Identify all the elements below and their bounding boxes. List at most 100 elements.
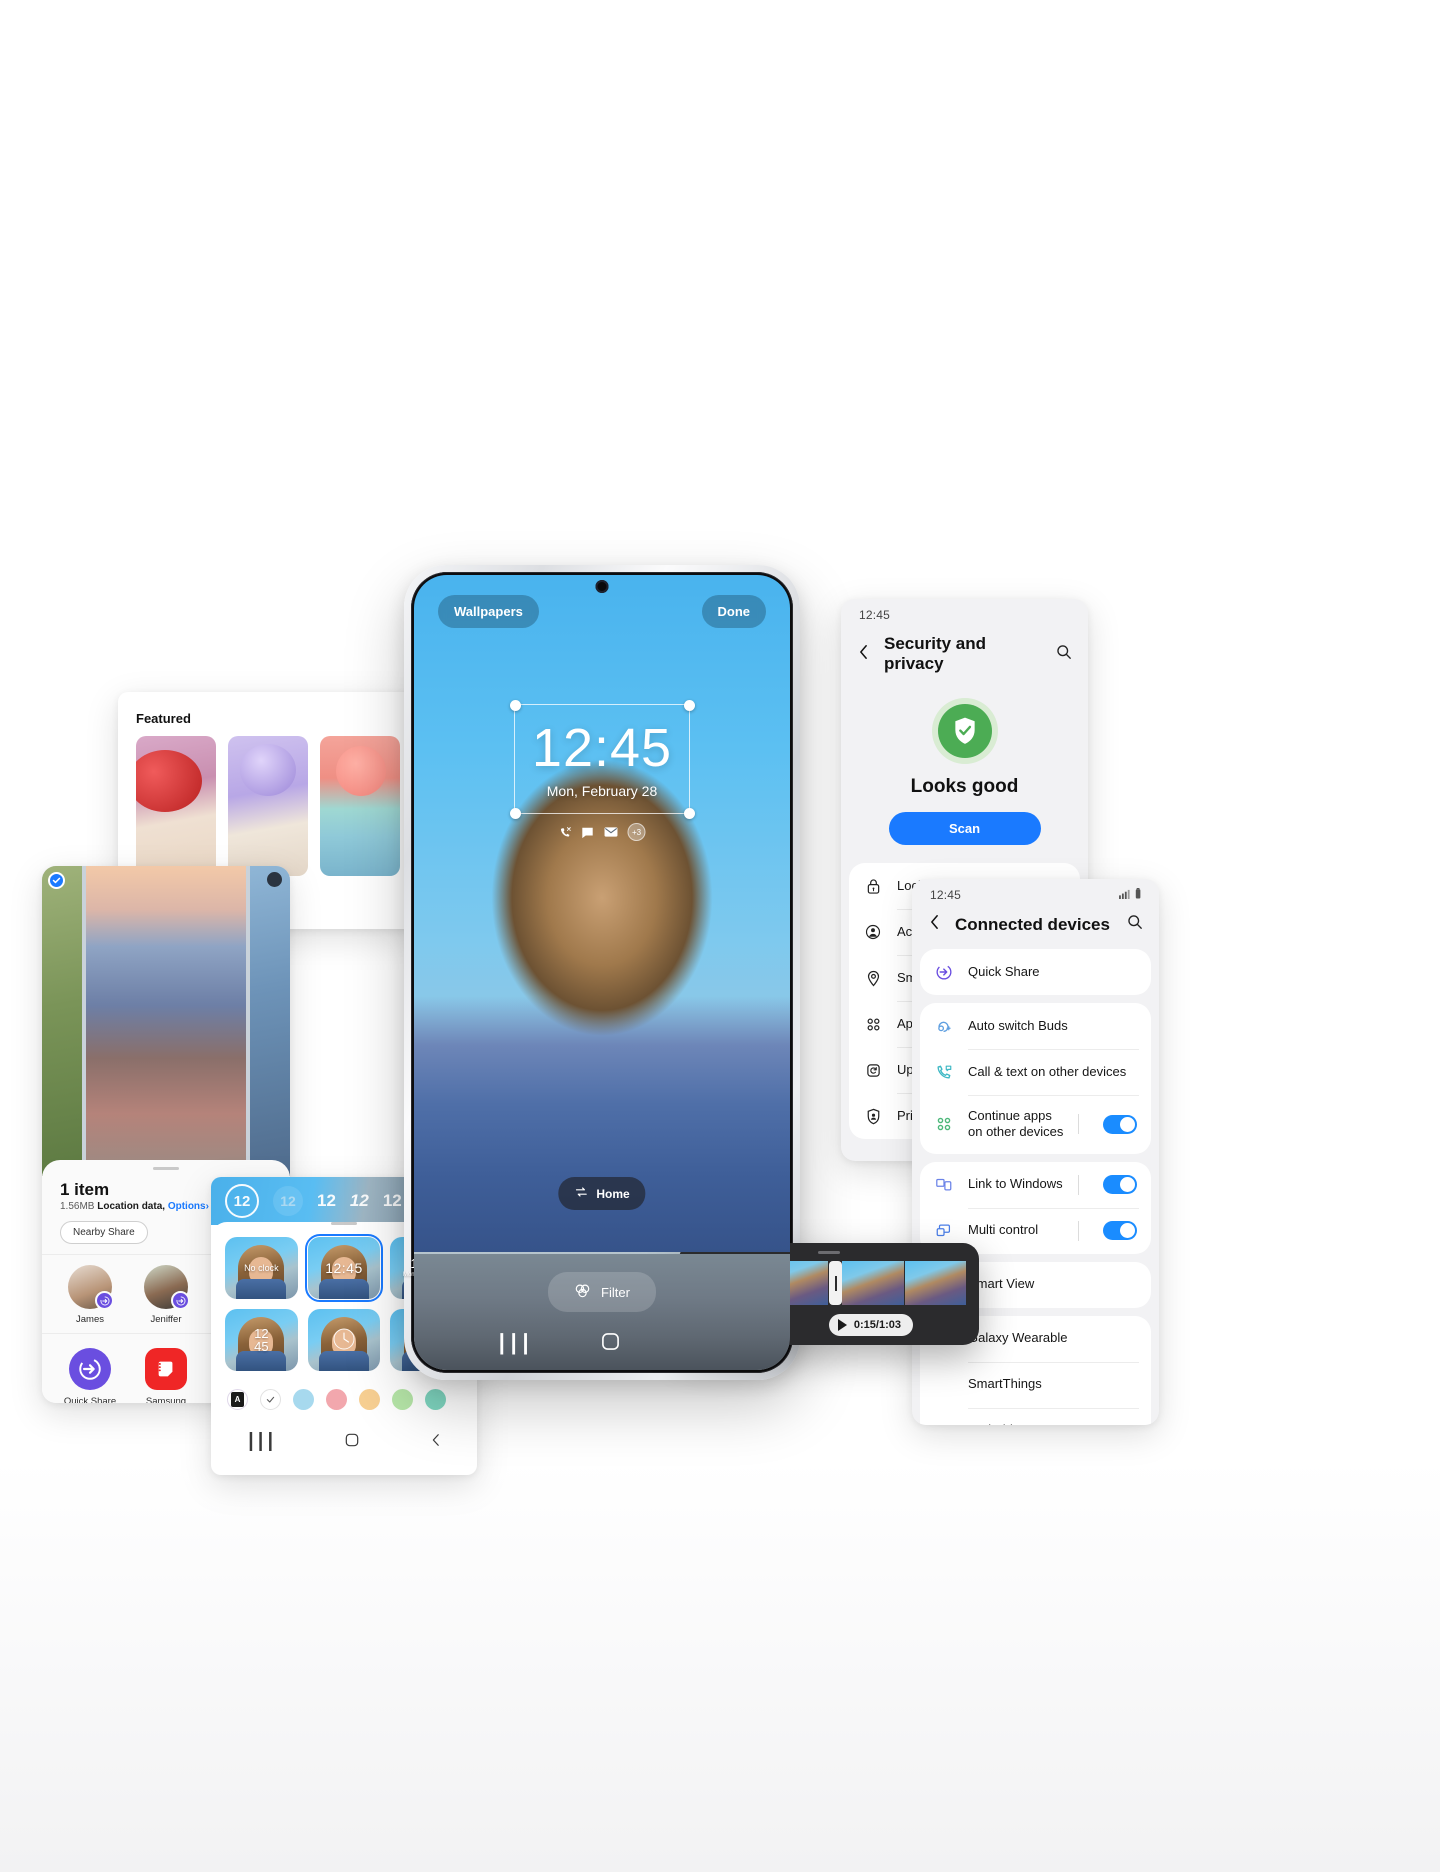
smartthings-icon — [934, 1375, 954, 1395]
avatar — [144, 1265, 190, 1310]
status-time: 12:45 — [930, 888, 962, 902]
swap-icon — [574, 1185, 588, 1202]
nearby-share-chip[interactable]: Nearby Share — [60, 1221, 148, 1244]
person-name: James — [76, 1314, 104, 1325]
apps-grid-icon — [863, 1014, 883, 1034]
row-continue-apps-other-devices[interactable]: Continue apps on other devices — [920, 1095, 1151, 1154]
chevron-left-icon[interactable] — [857, 644, 870, 665]
sheet-grabber[interactable] — [153, 1167, 179, 1170]
filter-label: Filter — [601, 1284, 630, 1300]
photo-thumb-right[interactable] — [250, 866, 290, 1176]
clock-style-cell-time[interactable]: 12:45 — [304, 1234, 384, 1302]
share-app[interactable]: Quick Share — [58, 1348, 122, 1403]
row-label: Multi control — [968, 1222, 1039, 1238]
share-person[interactable]: James — [64, 1265, 116, 1325]
cell-label: 12 45 — [254, 1326, 269, 1354]
photo-thumb-center[interactable] — [86, 866, 246, 1176]
featured-header: Featured — [136, 711, 191, 726]
row-label: Quick Share — [968, 963, 1040, 979]
overlay-grabber[interactable] — [818, 1251, 840, 1254]
share-person[interactable]: Jeniffer — [140, 1265, 192, 1325]
row-android-auto[interactable]: Android Auto — [920, 1407, 1151, 1425]
page-title: Security and privacy — [884, 634, 987, 673]
home-toggle-button[interactable]: Home — [558, 1177, 646, 1210]
color-swatch-pink[interactable] — [326, 1389, 347, 1410]
row-label: Android Auto — [968, 1422, 1137, 1425]
clock-option-0[interactable]: 12 — [225, 1184, 259, 1218]
home-icon[interactable] — [601, 1332, 620, 1356]
wallpaper-thumb-3[interactable] — [320, 736, 400, 876]
back-icon[interactable] — [430, 1433, 442, 1452]
video-frame — [842, 1261, 905, 1305]
clock-style-cell-no-clock[interactable]: No clock — [225, 1237, 298, 1299]
row-quick-share[interactable]: Quick Share — [920, 949, 1151, 995]
row-call-text-other-devices[interactable]: Call & text on other devices — [920, 1049, 1151, 1095]
filter-button[interactable]: Filter — [548, 1272, 656, 1312]
row-label: SmartThings — [968, 1376, 1042, 1392]
clock-style-cell-analog-a[interactable] — [307, 1309, 381, 1371]
lockscreen-notification-icons: +3 — [559, 823, 646, 841]
lock-icon — [863, 876, 883, 896]
featured-wallpaper-strip — [118, 736, 423, 876]
row-auto-switch-buds[interactable]: Auto switch Buds — [920, 1003, 1151, 1049]
clock-option-2[interactable]: 12 — [317, 1191, 336, 1211]
video-frames-trailing — [842, 1261, 967, 1305]
security-statusbar: 12:45 — [841, 599, 1088, 626]
photo-thumb-left[interactable] — [42, 866, 82, 1176]
done-button[interactable]: Done — [701, 595, 766, 628]
battery-icon — [1135, 888, 1143, 902]
page-title: Connected devices — [955, 914, 1110, 934]
home-icon[interactable] — [345, 1433, 359, 1452]
share-app[interactable]: Samsung Notes — [134, 1348, 198, 1403]
video-play-control[interactable]: 0:15/1:03 — [828, 1314, 913, 1336]
color-swatch-green[interactable] — [392, 1389, 413, 1410]
share-size: 1.56MB — [60, 1201, 95, 1212]
status-time: 12:45 — [859, 608, 891, 622]
cell-label: 12:45 — [325, 1259, 363, 1276]
wallpaper-thumb-1[interactable] — [136, 736, 216, 876]
quick-share-icon — [934, 962, 954, 982]
resize-handle-top-left[interactable] — [509, 699, 521, 711]
share-options-link[interactable]: Options — [168, 1201, 206, 1212]
chevron-left-icon[interactable] — [928, 914, 941, 935]
notification-overflow-count: +3 — [627, 823, 646, 841]
search-icon[interactable] — [1127, 914, 1143, 935]
continue-apps-toggle[interactable] — [1103, 1114, 1137, 1134]
scan-button[interactable]: Scan — [888, 812, 1041, 845]
sheet-grabber[interactable] — [331, 1222, 357, 1225]
search-icon[interactable] — [1056, 644, 1072, 665]
clock-option-4[interactable]: 12 — [383, 1191, 402, 1211]
clock-option-3[interactable]: 12 — [350, 1191, 369, 1211]
call-icon — [559, 826, 572, 839]
shield-check-icon — [931, 698, 998, 764]
recents-icon[interactable]: ┃┃┃ — [496, 1334, 532, 1355]
row-smartthings[interactable]: SmartThings — [920, 1361, 1151, 1408]
resize-handle-top-right[interactable] — [683, 699, 695, 711]
row-link-to-windows[interactable]: Link to Windows — [920, 1162, 1151, 1208]
wallpaper-thumb-2[interactable] — [228, 736, 308, 876]
app-name: Quick Share — [63, 1396, 117, 1403]
row-label: Galaxy Wearable — [968, 1330, 1068, 1346]
auto-switch-buds-icon — [934, 1016, 954, 1036]
trim-handle-right[interactable] — [829, 1261, 842, 1305]
photo-select-circle-icon[interactable] — [267, 872, 282, 887]
location-pin-icon — [863, 968, 883, 988]
wallpapers-button[interactable]: Wallpapers — [438, 595, 539, 628]
selected-color-swatch[interactable] — [260, 1389, 281, 1410]
auto-color-swatch[interactable]: A — [227, 1389, 248, 1410]
resize-handle-bottom-right[interactable] — [683, 807, 695, 819]
account-icon — [863, 922, 883, 942]
resize-handle-bottom-left[interactable] — [509, 807, 521, 819]
connected-group-devices: Auto switch Buds Call & text on other de… — [920, 1003, 1151, 1154]
recents-icon[interactable]: ┃┃┃ — [246, 1432, 275, 1452]
color-swatch-orange[interactable] — [359, 1389, 380, 1410]
clock-option-1[interactable]: 12 — [273, 1186, 303, 1216]
multi-control-toggle[interactable] — [1103, 1221, 1137, 1240]
color-swatch-blue[interactable] — [293, 1389, 314, 1410]
clock-style-cell-stacked[interactable]: 12 45 — [225, 1309, 298, 1371]
connected-statusbar: 12:45 — [912, 879, 1159, 906]
home-label: Home — [596, 1186, 630, 1201]
color-swatch-teal[interactable] — [425, 1389, 446, 1410]
link-to-windows-toggle[interactable] — [1103, 1175, 1137, 1194]
privacy-shield-icon — [863, 1106, 883, 1126]
